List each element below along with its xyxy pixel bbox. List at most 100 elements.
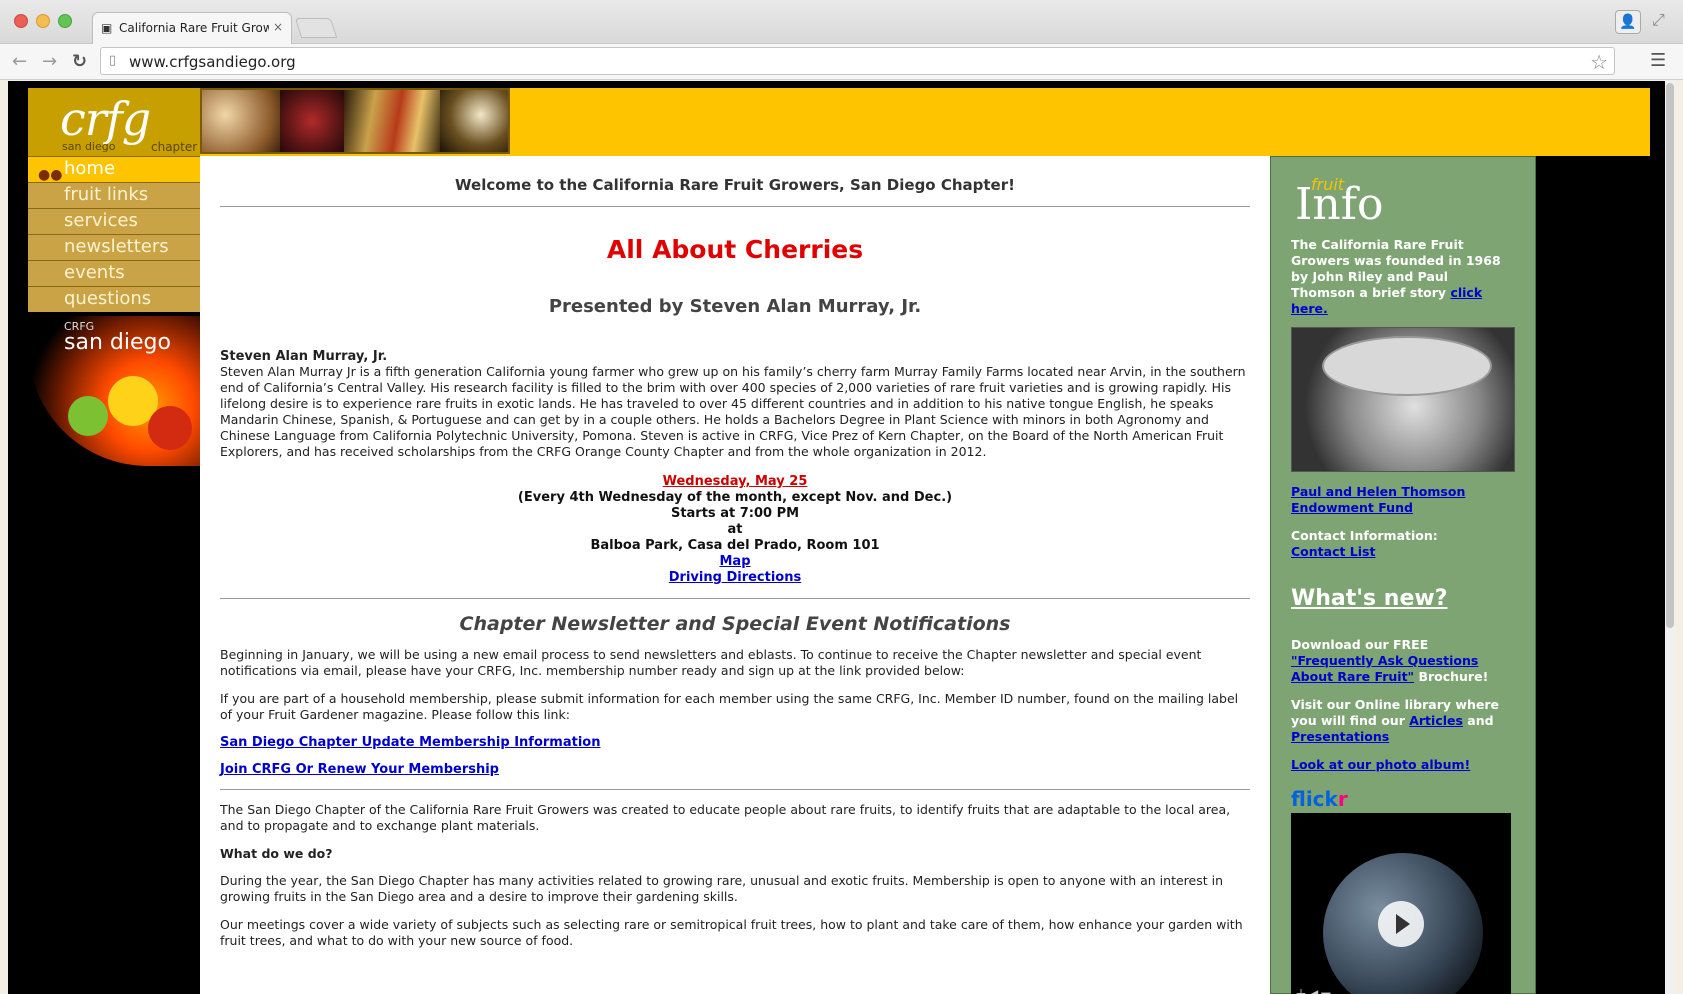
contact-list-link[interactable]: Contact List <box>1291 544 1375 559</box>
fruit-image <box>148 406 192 450</box>
event-schedule: Wednesday, May 25 (Every 4th Wednesday o… <box>220 474 1250 586</box>
update-membership-link[interactable]: San Diego Chapter Update Membership Info… <box>220 735 1250 750</box>
nav-item-events[interactable]: events <box>28 260 200 286</box>
zoom-window-button[interactable] <box>58 14 72 28</box>
video-controls-icon[interactable]: ＋◀▬－▶▼✕ <box>1295 985 1344 994</box>
art-san-diego-text: san diego <box>64 330 171 355</box>
info-big-text: Info <box>1295 179 1384 230</box>
reload-icon[interactable]: ↻ <box>72 51 87 72</box>
presenter-heading: Presented by Steven Alan Murray, Jr. <box>548 296 922 317</box>
download-text: Download our FREE <box>1291 637 1429 652</box>
banner-photo-strip <box>200 88 510 154</box>
library-and: and <box>1467 713 1494 728</box>
bio-text: Steven Alan Murray Jr is a fifth generat… <box>220 364 1246 459</box>
presentations-link[interactable]: Presentations <box>1291 729 1389 744</box>
about-paragraph: The San Diego Chapter of the California … <box>220 802 1231 833</box>
site-container: crfg san diego chapter ●● home fruit lin… <box>28 88 1650 994</box>
close-window-button[interactable] <box>14 14 28 28</box>
divider <box>220 789 1250 790</box>
welcome-heading: Welcome to the California Rare Fruit Gro… <box>455 176 1015 194</box>
address-bar[interactable]: ▯ www.crfgsandiego.org ☆ <box>100 47 1615 75</box>
banner-photo <box>202 90 280 152</box>
fullscreen-icon[interactable]: ⤢ <box>1652 10 1665 30</box>
history-text: The California Rare Fruit Growers was fo… <box>1291 237 1515 317</box>
newsletter-heading: Chapter Newsletter and Special Event Not… <box>459 613 1011 635</box>
minimize-window-button[interactable] <box>36 14 50 28</box>
hat-image <box>1322 336 1492 396</box>
library-text: Visit our Online library where you will … <box>1291 697 1515 745</box>
flickr-logo[interactable]: flickr <box>1291 787 1515 811</box>
what-do-we-do-heading: What do we do? <box>220 846 333 861</box>
site-logo[interactable]: crfg san diego chapter <box>28 88 200 156</box>
forward-arrow-icon[interactable]: → <box>42 51 57 72</box>
bookmark-star-icon[interactable]: ☆ <box>1590 50 1608 74</box>
endowment-fund-link[interactable]: Paul and Helen Thomson Endowment Fund <box>1291 484 1515 516</box>
nav-label: questions <box>64 288 152 309</box>
browser-toolbar: ← → ↻ ▯ www.crfgsandiego.org ☆ ☰ <box>0 44 1683 80</box>
map-link[interactable]: Map <box>220 554 1250 570</box>
browser-tab[interactable]: ▣ California Rare Fruit Grow × <box>92 12 292 44</box>
nav-item-newsletters[interactable]: newsletters <box>28 234 200 260</box>
meetings-paragraph: Our meetings cover a wide variety of sub… <box>220 917 1243 948</box>
driving-directions-link[interactable]: Driving Directions <box>220 570 1250 586</box>
profile-icon[interactable]: 👤 <box>1615 10 1641 34</box>
nav-label: home <box>64 158 116 179</box>
nav-label: services <box>64 210 138 231</box>
browser-menu-icon[interactable]: ☰ <box>1650 50 1666 71</box>
scrollbar-thumb[interactable] <box>1666 83 1674 628</box>
page-icon: ▯ <box>109 53 117 68</box>
event-at: at <box>727 522 743 537</box>
articles-link[interactable]: Articles <box>1409 713 1463 728</box>
globe-video[interactable]: ＋◀▬－▶▼✕ <box>1291 813 1511 994</box>
favicon-icon: ▣ <box>101 21 113 35</box>
banner-photo <box>344 90 440 152</box>
page-scrollbar[interactable] <box>1665 81 1675 994</box>
whats-new-heading[interactable]: What's new? <box>1291 586 1515 611</box>
title-bar: ▣ California Rare Fruit Grow × 👤 ⤢ <box>0 0 1683 44</box>
divider <box>220 598 1250 599</box>
right-sidebar: fruit Info The California Rare Fruit Gro… <box>1270 156 1536 994</box>
founder-photo <box>1291 327 1515 472</box>
nav-label: events <box>64 262 125 283</box>
tab-close-icon[interactable]: × <box>273 20 283 34</box>
logo-text: crfg <box>60 92 151 146</box>
tab-title: California Rare Fruit Grow <box>119 21 269 35</box>
event-time: Starts at 7:00 PM <box>670 506 800 521</box>
back-arrow-icon[interactable]: ← <box>12 51 27 72</box>
flickr-r: r <box>1337 787 1348 811</box>
event-recurrence: (Every 4th Wednesday of the month, excep… <box>517 490 953 505</box>
banner-photo <box>280 90 344 152</box>
play-icon[interactable] <box>1378 901 1424 947</box>
contact-label: Contact Information: <box>1291 528 1438 543</box>
nav-item-services[interactable]: services <box>28 208 200 234</box>
browser-window: ▣ California Rare Fruit Grow × 👤 ⤢ ← → ↻… <box>0 0 1683 994</box>
cherry-icon: ●● <box>38 167 63 183</box>
logo-subtitle-left: san diego <box>62 140 116 153</box>
nav-fruit-artwork: CRFG san diego <box>28 316 200 466</box>
nav-label: fruit links <box>64 184 149 205</box>
household-paragraph: If you are part of a household membershi… <box>220 691 1239 722</box>
divider <box>220 206 1250 207</box>
download-tail: Brochure! <box>1418 669 1489 684</box>
fruit-image <box>68 396 108 436</box>
nav-item-home[interactable]: ●● home <box>28 156 200 183</box>
fruit-info-logo: fruit Info <box>1291 175 1515 230</box>
logo-subtitle-right: chapter <box>151 140 198 154</box>
contact-block: Contact Information: Contact List <box>1291 528 1515 560</box>
new-tab-button[interactable] <box>294 18 338 38</box>
event-location: Balboa Park, Casa del Prado, Room 101 <box>590 538 880 553</box>
site-banner: crfg san diego chapter <box>28 88 1650 156</box>
nav-label: newsletters <box>64 236 169 257</box>
event-date-link[interactable]: Wednesday, May 25 <box>220 474 1250 490</box>
brochure-text: Download our FREE "Frequently Ask Questi… <box>1291 637 1515 685</box>
url-text[interactable]: www.crfgsandiego.org <box>129 53 296 71</box>
join-renew-link[interactable]: Join CRFG Or Renew Your Membership <box>220 762 1250 777</box>
left-navigation: ●● home fruit links services newsletters… <box>28 156 200 466</box>
flickr-text: flick <box>1291 787 1338 811</box>
photo-album-link[interactable]: Look at our photo album! <box>1291 757 1515 773</box>
nav-item-questions[interactable]: questions <box>28 286 200 312</box>
event-title: All About Cherries <box>606 235 864 264</box>
banner-photo <box>440 90 508 152</box>
newsletter-paragraph: Beginning in January, we will be using a… <box>220 647 1202 678</box>
bio-name: Steven Alan Murray, Jr. <box>220 349 388 364</box>
